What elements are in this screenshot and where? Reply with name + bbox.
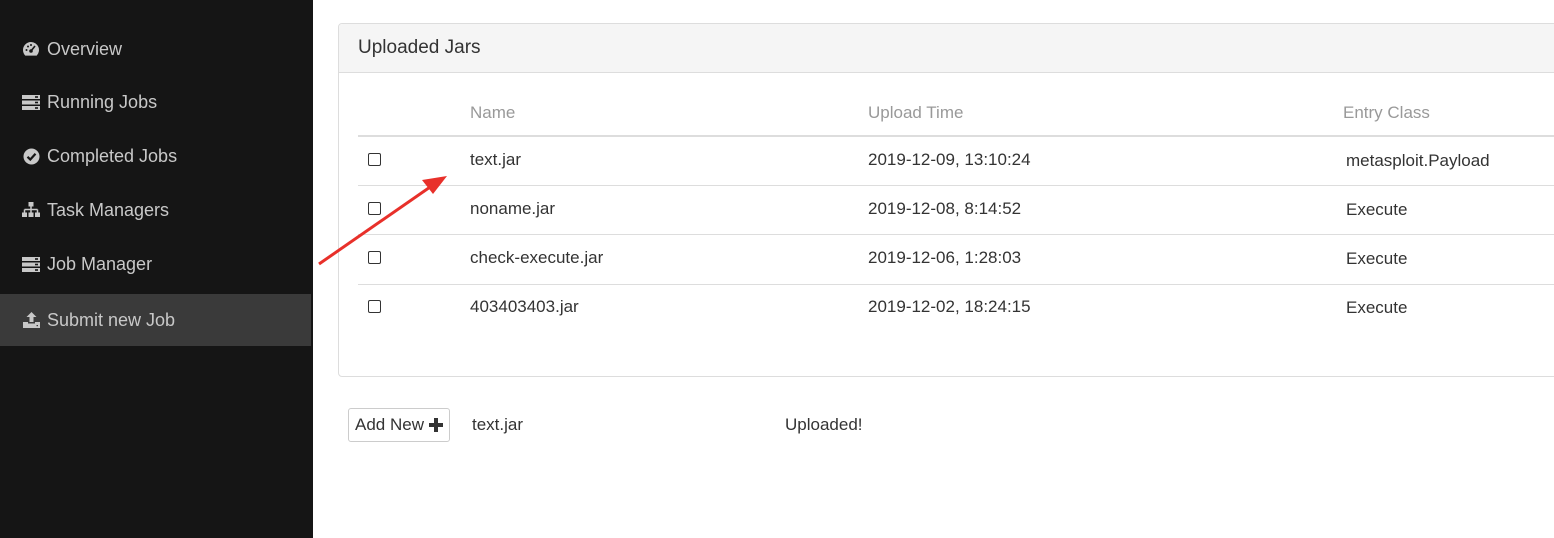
row-checkbox[interactable] xyxy=(368,300,381,313)
server-icon xyxy=(22,255,40,273)
row-divider xyxy=(358,284,1554,285)
upload-icon xyxy=(22,311,40,329)
add-new-label: Add New xyxy=(355,415,424,434)
column-header-entry-class[interactable]: Entry Class xyxy=(1343,103,1430,123)
jar-entry-class: metasploit.Payload xyxy=(1346,151,1490,170)
row-divider xyxy=(358,185,1554,186)
row-checkbox[interactable] xyxy=(368,202,381,215)
sidebar-item-label: Job Manager xyxy=(47,253,153,274)
sidebar-item-running-jobs[interactable]: Running Jobs xyxy=(0,76,311,128)
sidebar-item-overview[interactable]: Overview xyxy=(0,23,311,75)
dashboard-icon xyxy=(22,40,40,58)
row-checkbox[interactable] xyxy=(368,251,381,264)
upload-status: Uploaded! xyxy=(785,415,863,434)
sidebar-item-label: Completed Jobs xyxy=(47,145,178,166)
sidebar-item-label: Task Managers xyxy=(47,199,170,220)
table-header-divider xyxy=(358,135,1554,137)
jar-upload-time: 2019-12-09, 13:10:24 xyxy=(868,150,1031,169)
jar-upload-time: 2019-12-02, 18:24:15 xyxy=(868,297,1031,316)
panel-title: Uploaded Jars xyxy=(358,37,481,58)
row-checkbox[interactable] xyxy=(368,153,381,166)
uploaded-file-name: text.jar xyxy=(472,415,524,434)
sidebar-item-label: Overview xyxy=(47,38,123,59)
sidebar-item-task-managers[interactable]: Task Managers xyxy=(0,184,311,236)
jar-upload-time: 2019-12-08, 8:14:52 xyxy=(868,199,1022,218)
sidebar-item-job-manager[interactable]: Job Manager xyxy=(0,238,311,290)
sidebar-item-submit-new-job[interactable]: Submit new Job xyxy=(0,294,311,346)
jar-entry-class: Execute xyxy=(1346,200,1408,219)
plus-icon xyxy=(428,418,443,432)
jar-entry-class: Execute xyxy=(1346,298,1408,317)
column-header-name[interactable]: Name xyxy=(470,103,515,123)
column-header-upload-time[interactable]: Upload Time xyxy=(868,103,963,123)
jar-name: check-execute.jar xyxy=(470,248,604,267)
add-new-button[interactable]: Add New xyxy=(348,408,450,442)
panel-heading: Uploaded Jars xyxy=(339,24,1554,73)
sidebar-item-label: Running Jobs xyxy=(47,91,158,112)
server-icon xyxy=(22,93,40,111)
jar-upload-time: 2019-12-06, 1:28:03 xyxy=(868,248,1022,267)
jar-name: noname.jar xyxy=(470,199,556,218)
sidebar-item-completed-jobs[interactable]: Completed Jobs xyxy=(0,130,311,182)
row-divider xyxy=(358,234,1554,235)
jar-entry-class: Execute xyxy=(1346,249,1408,268)
sitemap-icon xyxy=(22,201,40,219)
check-circle-icon xyxy=(22,147,40,165)
sidebar: Overview Running Jobs Completed Jobs Tas… xyxy=(0,0,313,538)
jar-name: text.jar xyxy=(470,150,522,169)
jar-name: 403403403.jar xyxy=(470,297,579,316)
sidebar-item-label: Submit new Job xyxy=(47,309,176,330)
